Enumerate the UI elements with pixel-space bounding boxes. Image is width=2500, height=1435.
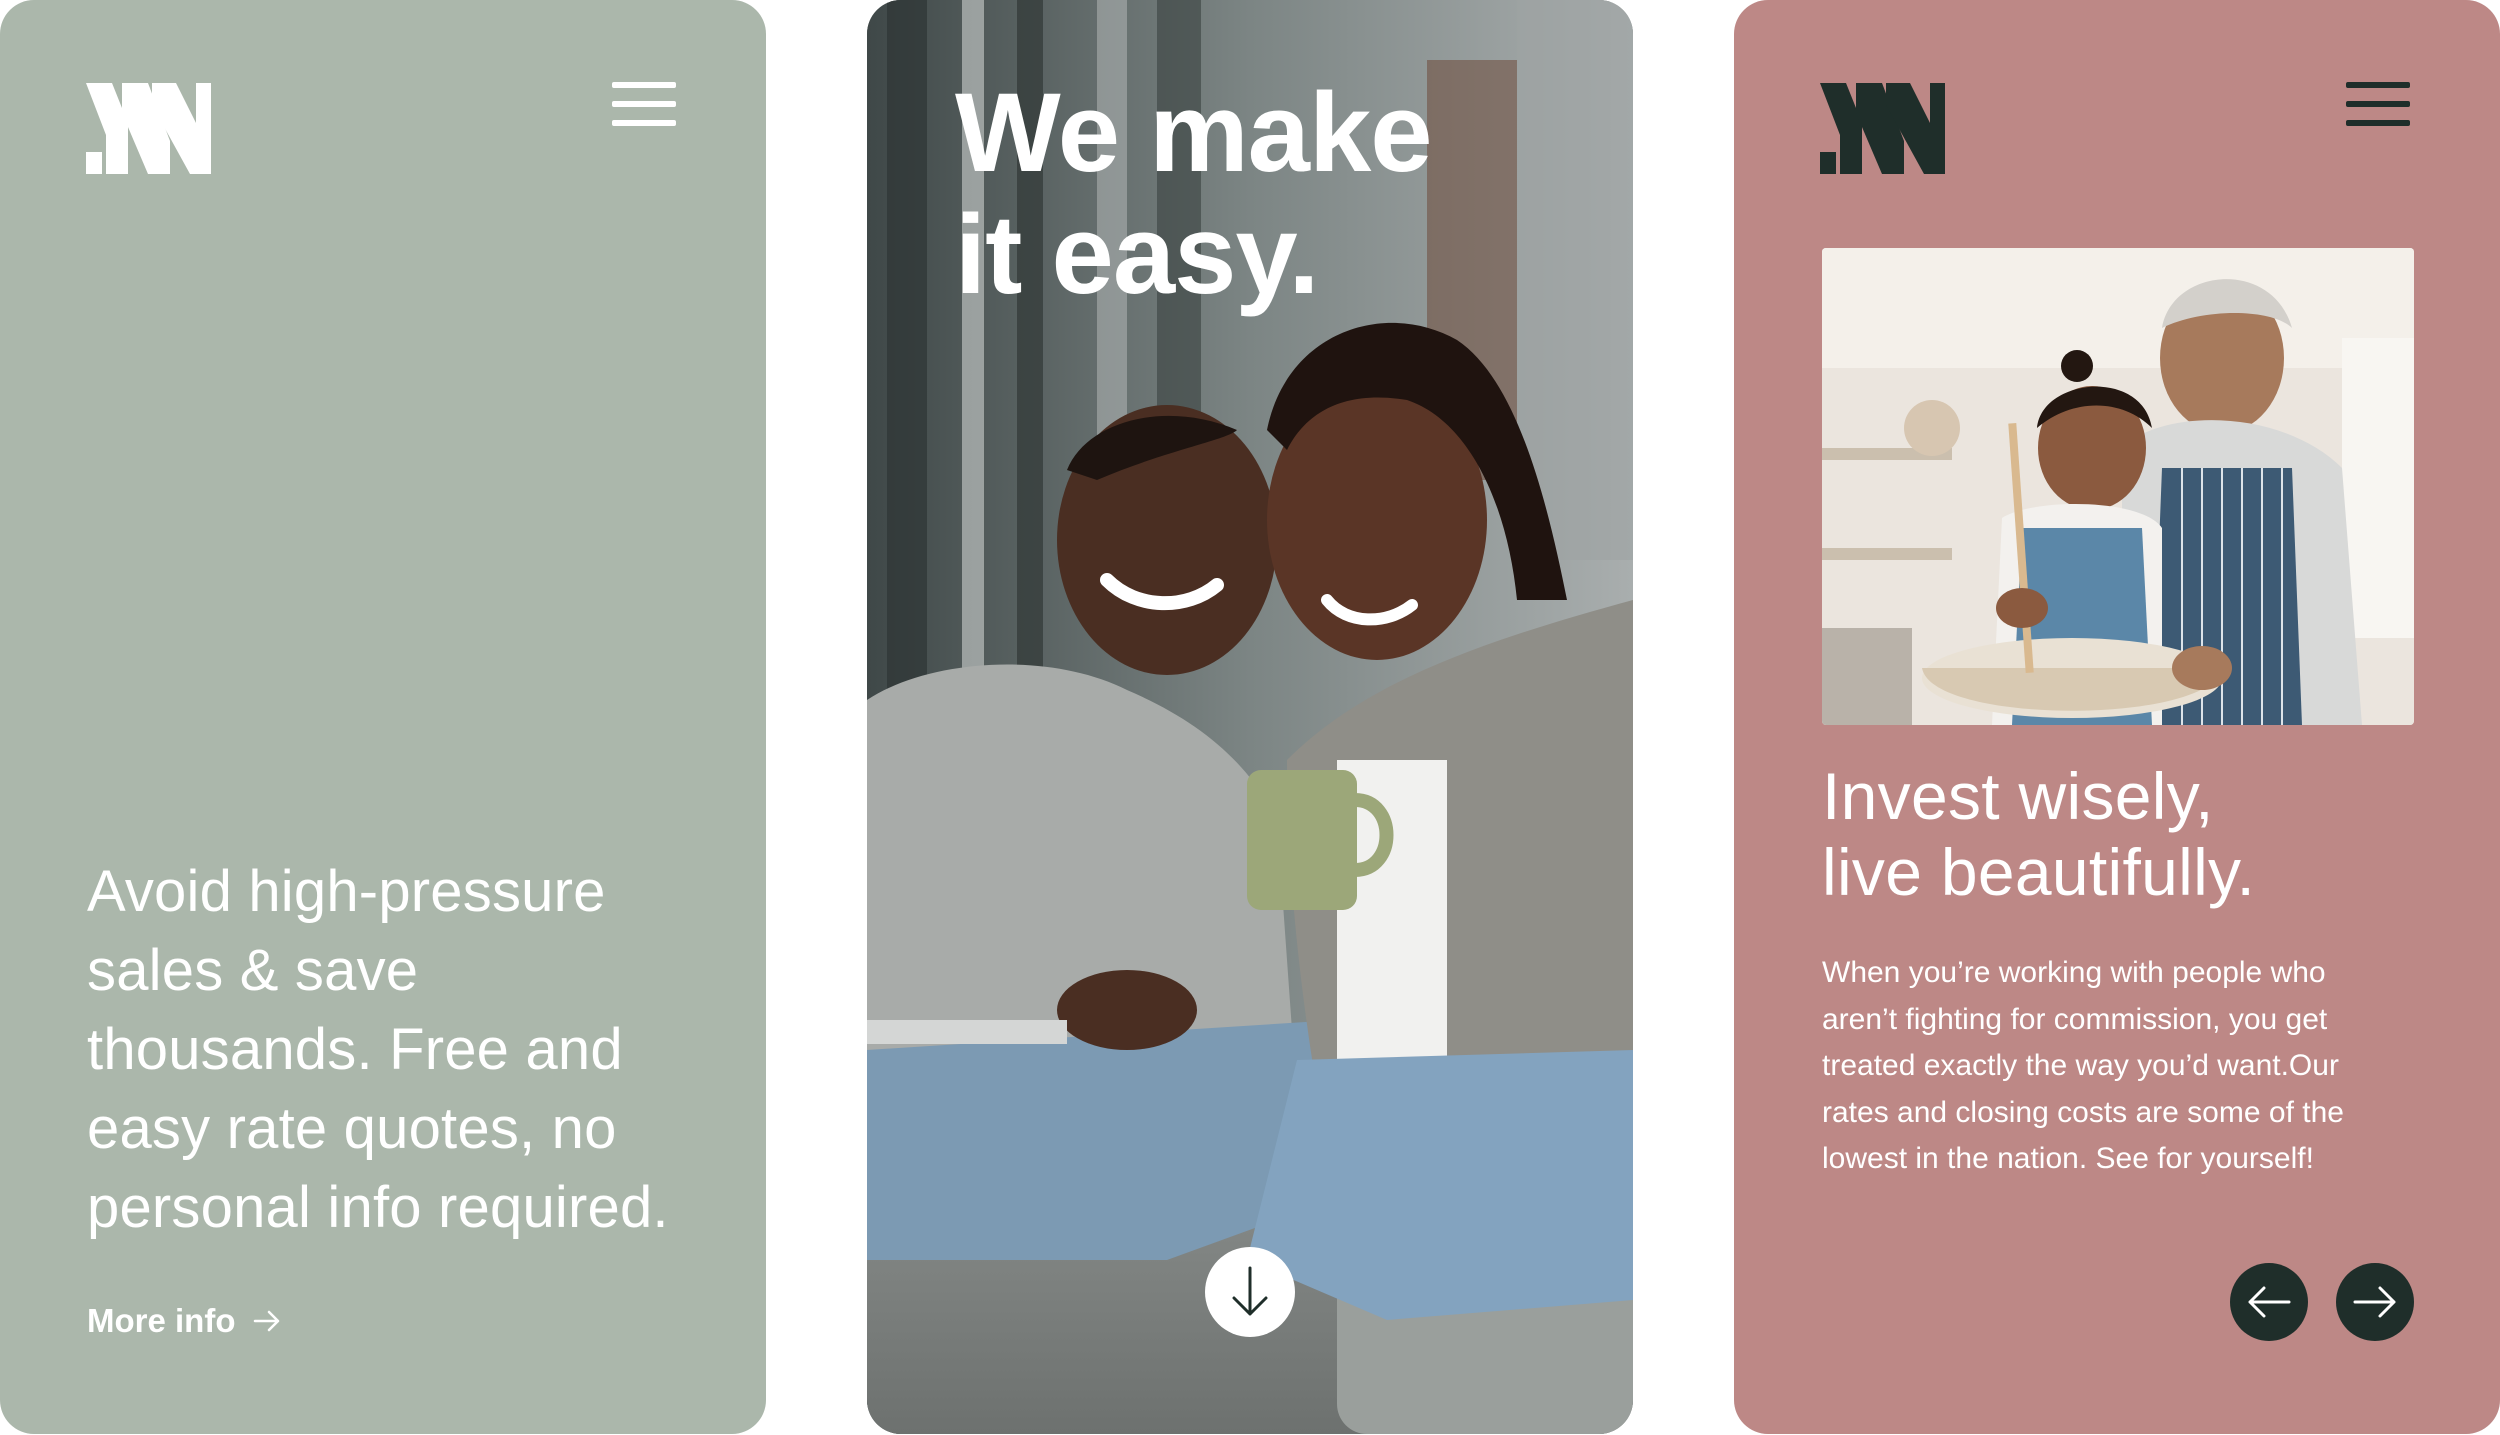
headline-line: Invest wisely, <box>1822 759 2214 833</box>
baking-photo-frame <box>1822 248 2414 725</box>
arrow-right-icon <box>2353 1286 2396 1318</box>
arrow-left-icon <box>2248 1286 2291 1318</box>
left-body-text: Avoid high-pressure sales & save thousan… <box>87 852 737 1247</box>
section-body-text: When you’re working with people who aren… <box>1822 950 2414 1183</box>
arrow-down-icon <box>1232 1266 1268 1316</box>
body-line: sales & save <box>87 938 419 1003</box>
left-screen-panel: Avoid high-pressure sales & save thousan… <box>0 0 766 1434</box>
body-line: easy rate quotes, no <box>87 1096 617 1161</box>
section-headline: Invest wisely, live beautifully. <box>1822 758 2255 910</box>
body-line: treated exactly the way you’d want.Our <box>1822 1049 2339 1082</box>
hamburger-menu-icon[interactable] <box>2346 79 2414 129</box>
body-line: Avoid high-pressure <box>87 859 606 924</box>
brand-logo-icon[interactable] <box>1820 83 1945 174</box>
headline-line: We make <box>955 70 1433 195</box>
body-line: When you’re working with people who <box>1822 956 2326 989</box>
body-line: personal info required. <box>87 1175 669 1240</box>
hamburger-menu-icon[interactable] <box>612 79 680 129</box>
headline-line: live beautifully. <box>1822 835 2256 909</box>
arrow-right-icon <box>254 1310 280 1332</box>
body-line: thousands. Free and <box>87 1017 623 1082</box>
hero-headline: We make it easy. <box>955 70 1433 317</box>
grandmother-child-baking-photo <box>1822 248 2414 725</box>
middle-screen-panel: We make it easy. <box>867 0 1633 1434</box>
body-line: aren’t fighting for commission, you get <box>1822 1002 2328 1036</box>
body-line: rates and closing costs are some of the <box>1822 1095 2344 1129</box>
next-button[interactable] <box>2336 1263 2414 1341</box>
previous-button[interactable] <box>2230 1263 2308 1341</box>
headline-line: it easy. <box>955 192 1319 317</box>
brand-logo-icon[interactable] <box>86 83 211 174</box>
more-info-label: More info <box>87 1302 236 1339</box>
scroll-down-button[interactable] <box>1205 1247 1295 1337</box>
more-info-link[interactable]: More info <box>87 1302 281 1340</box>
body-line: lowest in the nation. See for yourself! <box>1822 1142 2314 1175</box>
right-screen-panel: Invest wisely, live beautifully. When yo… <box>1734 0 2500 1434</box>
